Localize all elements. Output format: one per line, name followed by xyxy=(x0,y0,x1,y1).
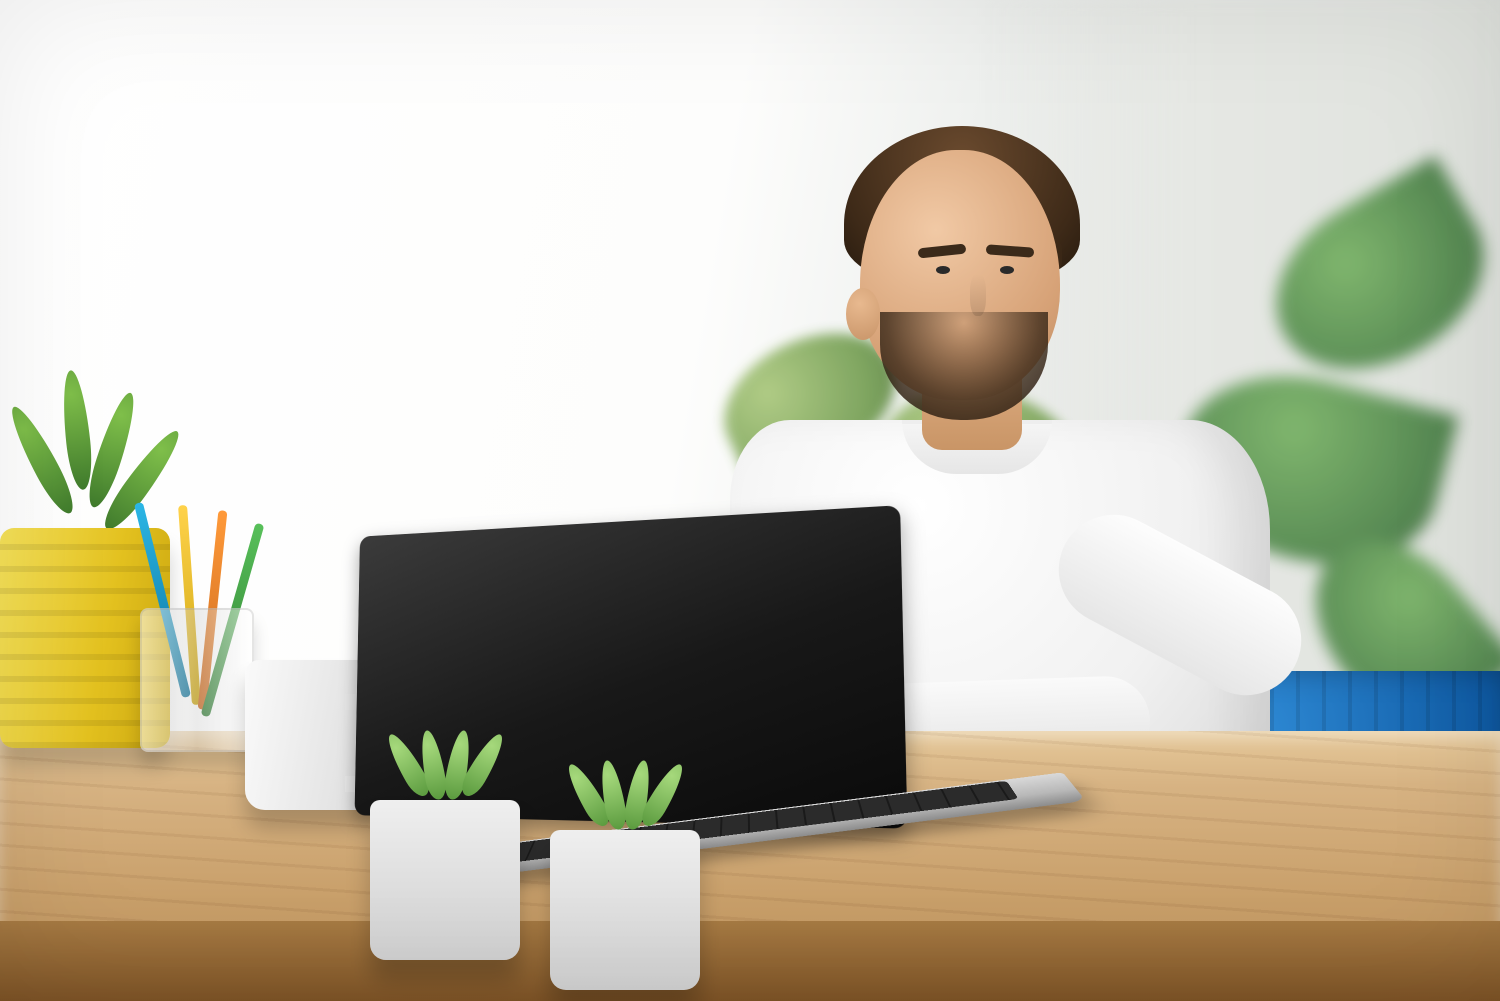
ear xyxy=(846,288,880,340)
beard xyxy=(880,312,1048,420)
eye xyxy=(1000,266,1014,274)
eye xyxy=(936,266,950,274)
desk-front-edge xyxy=(0,921,1500,1001)
nose xyxy=(970,274,986,316)
small-pot xyxy=(550,830,700,990)
small-pot xyxy=(370,800,520,960)
photo-scene xyxy=(0,0,1500,1001)
pencil-cup xyxy=(140,608,254,752)
